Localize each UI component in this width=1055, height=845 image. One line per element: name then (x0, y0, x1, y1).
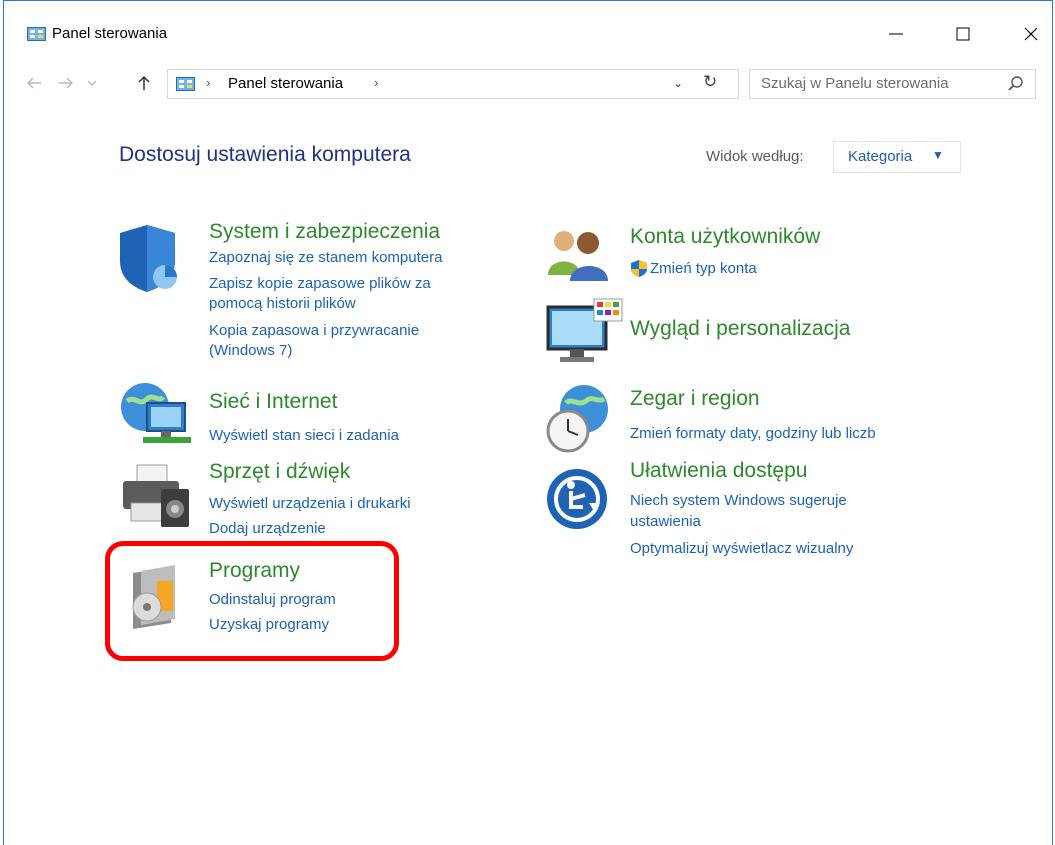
arrow-up-icon (138, 75, 150, 90)
title-bar: Panel sterowania (4, 1, 1052, 53)
address-dropdown-icon[interactable]: ⌄ (673, 76, 683, 90)
uac-shield-icon (631, 260, 647, 277)
view-by-value[interactable]: Kategoria (848, 148, 912, 165)
forward-button[interactable] (54, 69, 78, 97)
control-panel-window: Panel sterowania › Panel sterowania › ⌄ … (3, 0, 1053, 845)
breadcrumb-separator[interactable]: › (206, 75, 210, 90)
network-globe-icon[interactable] (117, 381, 193, 449)
control-panel-icon (27, 27, 46, 41)
view-by-label: Widok według: (706, 148, 804, 165)
shield-icon[interactable] (117, 223, 185, 293)
maximize-button[interactable] (940, 15, 986, 53)
clock-globe-icon[interactable] (544, 383, 614, 455)
link-windows-suggest-settings[interactable]: Niech system Windows sugeruje (630, 491, 847, 511)
link-optimize-visual-display[interactable]: Optymalizuj wyświetlacz wizualny (630, 539, 853, 559)
category-clock-region[interactable]: Zegar i region (630, 387, 760, 411)
link-change-account-type[interactable]: Zmień typ konta (650, 259, 757, 279)
ease-of-access-icon[interactable] (545, 467, 609, 531)
category-network-internet[interactable]: Sieć i Internet (209, 390, 337, 414)
link-backup-restore[interactable]: (Windows 7) (209, 341, 292, 361)
chevron-down-icon (87, 80, 97, 86)
navigation-bar: › Panel sterowania › ⌄ ↻ Szukaj w Panelu… (4, 61, 1052, 105)
search-box[interactable]: Szukaj w Panelu sterowania (749, 69, 1036, 99)
back-button[interactable] (22, 69, 46, 97)
up-button[interactable] (132, 69, 156, 97)
highlight-frame (105, 541, 399, 661)
minimize-button[interactable] (873, 15, 919, 53)
search-icon[interactable] (1007, 75, 1025, 93)
category-ease-of-access[interactable]: Ułatwienia dostępu (630, 459, 807, 483)
window-title: Panel sterowania (52, 25, 168, 42)
category-appearance-personalization[interactable]: Wygląd i personalizacja (630, 317, 850, 341)
breadcrumb-separator[interactable]: › (374, 75, 378, 90)
control-panel-icon (176, 77, 195, 91)
printer-icon[interactable] (117, 463, 193, 529)
arrow-right-icon (59, 77, 73, 89)
refresh-icon[interactable]: ↻ (703, 72, 717, 92)
page-title: Dostosuj ustawienia komputera (119, 143, 411, 166)
address-bar[interactable]: › Panel sterowania › ⌄ ↻ (167, 69, 739, 99)
appearance-monitor-icon[interactable] (544, 297, 624, 365)
link-change-formats[interactable]: Zmień formaty daty, godziny lub liczb (630, 424, 876, 444)
link-file-history-backup[interactable]: Zapisz kopie zapasowe plików za (209, 274, 431, 294)
maximize-icon (956, 27, 970, 41)
link-review-computer-status[interactable]: Zapoznaj się ze stanem komputera (209, 248, 442, 268)
close-icon (1024, 27, 1038, 41)
arrow-left-icon (27, 77, 41, 89)
link-add-device[interactable]: Dodaj urządzenie (209, 519, 326, 539)
link-file-history-backup[interactable]: pomocą historii plików (209, 294, 356, 314)
link-backup-restore[interactable]: Kopia zapasowa i przywracanie (209, 321, 419, 341)
category-user-accounts[interactable]: Konta użytkowników (630, 225, 820, 249)
category-system-security[interactable]: System i zabezpieczenia (209, 220, 440, 244)
link-network-status[interactable]: Wyświetl stan sieci i zadania (209, 426, 399, 446)
search-input[interactable]: Szukaj w Panelu sterowania (761, 75, 949, 92)
breadcrumb-control-panel[interactable]: Panel sterowania (228, 75, 343, 92)
link-devices-printers[interactable]: Wyświetl urządzenia i drukarki (209, 494, 411, 514)
recent-locations-button[interactable] (84, 69, 100, 97)
dropdown-arrow-icon[interactable]: ▼ (932, 148, 944, 162)
user-accounts-icon[interactable] (544, 225, 612, 283)
view-by-select[interactable]: Kategoria ▼ (833, 141, 961, 173)
close-button[interactable] (1008, 15, 1054, 53)
minimize-icon (889, 33, 903, 35)
category-hardware-sound[interactable]: Sprzęt i dźwięk (209, 460, 350, 484)
link-windows-suggest-settings[interactable]: ustawienia (630, 512, 701, 532)
